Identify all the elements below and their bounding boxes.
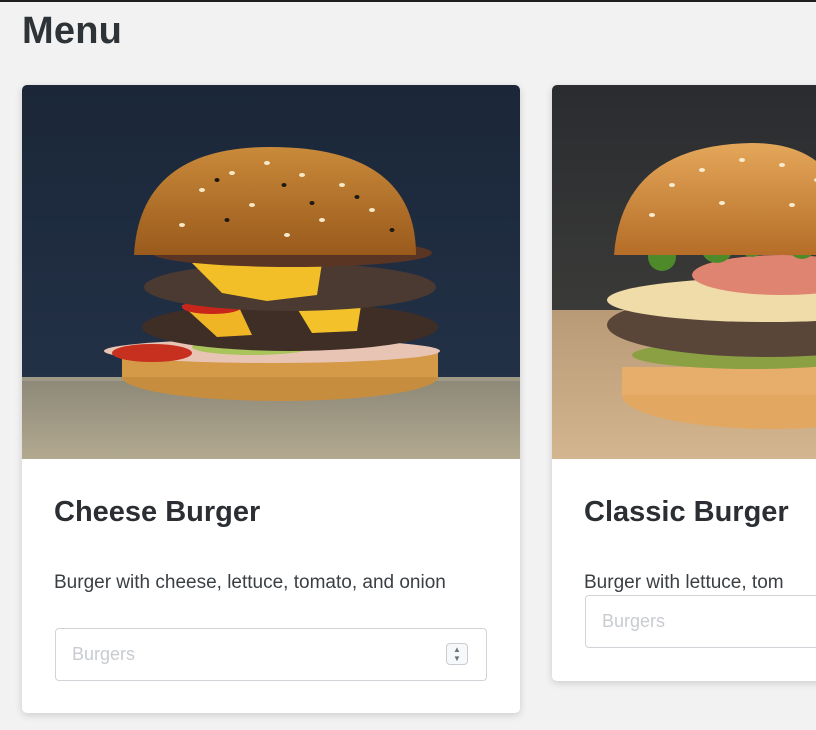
- menu-card-classic-burger[interactable]: Classic Burger Burger with lettuce, tom: [552, 85, 816, 681]
- category-select[interactable]: [585, 595, 816, 648]
- card-description: Burger with cheese, lettuce, tomato, and…: [54, 572, 446, 593]
- card-title: Classic Burger: [584, 496, 789, 528]
- card-title: Cheese Burger: [54, 496, 261, 528]
- category-select[interactable]: [55, 628, 487, 681]
- menu-card-cheese-burger[interactable]: Cheese Burger Burger with cheese, lettuc…: [22, 85, 520, 713]
- burger-photo-icon: [552, 85, 816, 459]
- spinner-icon[interactable]: ▲ ▼: [446, 643, 468, 665]
- burger-photo-icon: [22, 85, 520, 459]
- page-title: Menu: [22, 10, 123, 52]
